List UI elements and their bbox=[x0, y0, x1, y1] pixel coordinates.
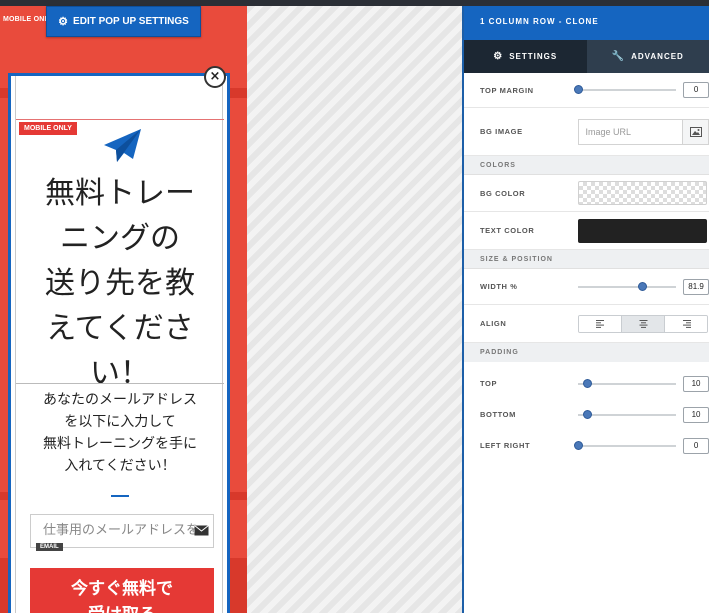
text-color-swatch[interactable] bbox=[578, 218, 707, 243]
padding-section-header: PADDING bbox=[464, 343, 709, 362]
heading-line: えてくださ bbox=[46, 311, 194, 346]
edit-popup-settings-button[interactable]: ⚙ EDIT POP UP SETTINGS bbox=[46, 6, 201, 37]
gear-icon: ⚙ bbox=[493, 51, 504, 62]
width-label: WIDTH % bbox=[480, 282, 518, 291]
padding-top-slider[interactable] bbox=[577, 378, 676, 390]
mobile-only-tag: MOBILE ONLY bbox=[19, 122, 77, 135]
bg-color-row: BG COLOR bbox=[464, 175, 709, 212]
cta-line: 受け取る bbox=[30, 602, 214, 613]
slider-handle[interactable] bbox=[573, 85, 583, 94]
subtext-line: 無料トレーニングを手に bbox=[43, 436, 197, 452]
tab-settings[interactable]: ⚙ SETTINGS bbox=[464, 40, 587, 73]
padding-top-label: TOP bbox=[480, 379, 498, 388]
bg-color-label: BG COLOR bbox=[480, 188, 526, 198]
padding-left-right-label: LEFT RIGHT bbox=[480, 441, 531, 450]
padding-group: TOP 10 BOTTOM 10 LEFT RIGHT 0 bbox=[464, 362, 709, 461]
top-margin-row: TOP MARGIN 0 bbox=[464, 73, 709, 108]
width-slider[interactable] bbox=[577, 281, 676, 293]
tab-advanced[interactable]: 🔧 ADVANCED bbox=[587, 40, 709, 73]
bg-image-label: BG IMAGE bbox=[480, 127, 523, 136]
padding-left-right-row: LEFT RIGHT 0 bbox=[464, 430, 709, 461]
email-placeholder: 仕事用のメールアドレスを bbox=[43, 523, 200, 538]
popup-preview[interactable]: MOBILE ONLY 無料トレー ニングの 送り先を教 えてくださ い！ あな… bbox=[8, 73, 230, 613]
close-popup-button[interactable]: × bbox=[204, 66, 226, 88]
subtext-line: を以下に入力して bbox=[64, 414, 176, 430]
popup-subtext: あなたのメールアドレス を以下に入力して 無料トレーニングを手に 入れてください… bbox=[16, 389, 224, 477]
popup-divider bbox=[16, 383, 224, 384]
bg-color-swatch[interactable] bbox=[578, 181, 707, 205]
cta-button[interactable]: 今すぐ無料で 受け取る bbox=[30, 568, 214, 613]
slider-track bbox=[577, 382, 676, 385]
heading-line: 無料トレー bbox=[45, 176, 195, 211]
text-color-row: TEXT COLOR bbox=[464, 212, 709, 250]
padding-left-right-value[interactable]: 0 bbox=[683, 437, 709, 454]
text-color-label: TEXT COLOR bbox=[480, 226, 535, 235]
slider-track bbox=[577, 89, 676, 91]
padding-left-right-slider[interactable] bbox=[573, 440, 676, 452]
envelope-icon bbox=[194, 525, 209, 536]
top-margin-label: TOP MARGIN bbox=[480, 85, 534, 95]
padding-top-value[interactable]: 10 bbox=[683, 375, 709, 392]
tab-settings-label: SETTINGS bbox=[509, 52, 558, 61]
edit-popup-settings-label: EDIT POP UP SETTINGS bbox=[73, 16, 189, 27]
align-center-button[interactable] bbox=[622, 315, 665, 332]
padding-top-row: TOP 10 bbox=[464, 368, 709, 399]
tab-advanced-label: ADVANCED bbox=[631, 52, 684, 61]
size-position-section-header: SIZE & POSITION bbox=[464, 250, 709, 269]
align-left-button[interactable] bbox=[579, 315, 622, 332]
padding-bottom-row: BOTTOM 10 bbox=[464, 399, 709, 430]
align-label: ALIGN bbox=[480, 319, 507, 328]
bg-image-row: BG IMAGE Image URL bbox=[464, 108, 709, 156]
align-center-icon bbox=[639, 319, 647, 328]
top-margin-slider[interactable] bbox=[573, 84, 676, 96]
colors-section-header: COLORS bbox=[464, 156, 709, 175]
padding-bottom-value[interactable]: 10 bbox=[683, 406, 709, 423]
popup-top-divider bbox=[16, 119, 224, 120]
panel-title: 1 COLUMN ROW - CLONE bbox=[464, 6, 709, 40]
heading-line: 送り先を教 bbox=[45, 266, 195, 301]
align-left-icon bbox=[595, 319, 604, 328]
slider-handle[interactable] bbox=[637, 281, 647, 291]
gear-icon: ⚙ bbox=[58, 16, 69, 28]
padding-bottom-slider[interactable] bbox=[577, 409, 676, 421]
padding-bottom-label: BOTTOM bbox=[480, 410, 516, 419]
accent-dash bbox=[111, 495, 129, 497]
align-right-button[interactable] bbox=[665, 315, 707, 332]
align-button-group bbox=[578, 314, 708, 333]
popup-content: MOBILE ONLY 無料トレー ニングの 送り先を教 えてくださ い！ あな… bbox=[15, 76, 224, 613]
top-margin-value[interactable]: 0 bbox=[683, 82, 709, 98]
subtext-line: 入れてください！ bbox=[64, 458, 176, 474]
heading-line: ニングの bbox=[60, 221, 180, 256]
editor-canvas bbox=[247, 6, 462, 613]
slider-handle[interactable] bbox=[583, 378, 593, 388]
image-icon bbox=[689, 126, 702, 137]
slider-track bbox=[577, 413, 676, 416]
cta-line: 今すぐ無料で bbox=[71, 579, 173, 599]
image-picker-button[interactable] bbox=[682, 118, 709, 145]
slider-track bbox=[577, 285, 676, 288]
width-row: WIDTH % 81.9 bbox=[464, 269, 709, 305]
settings-panel: 1 COLUMN ROW - CLONE ⚙ SETTINGS 🔧 ADVANC… bbox=[462, 6, 709, 613]
slider-handle[interactable] bbox=[573, 440, 583, 450]
paper-plane-icon bbox=[104, 129, 141, 162]
slider-track bbox=[577, 444, 676, 447]
slider-handle[interactable] bbox=[583, 409, 593, 419]
wrench-icon: 🔧 bbox=[611, 51, 626, 62]
width-value[interactable]: 81.9 bbox=[683, 278, 709, 295]
image-url-input[interactable]: Image URL bbox=[577, 118, 683, 145]
panel-tabs: ⚙ SETTINGS 🔧 ADVANCED bbox=[464, 40, 709, 73]
email-tag: EMAIL bbox=[36, 543, 63, 551]
align-right-icon bbox=[682, 319, 691, 328]
popup-heading: 無料トレー ニングの 送り先を教 えてくださ い！ bbox=[16, 171, 224, 396]
subtext-line: あなたのメールアドレス bbox=[43, 392, 197, 408]
align-row: ALIGN bbox=[464, 305, 709, 343]
